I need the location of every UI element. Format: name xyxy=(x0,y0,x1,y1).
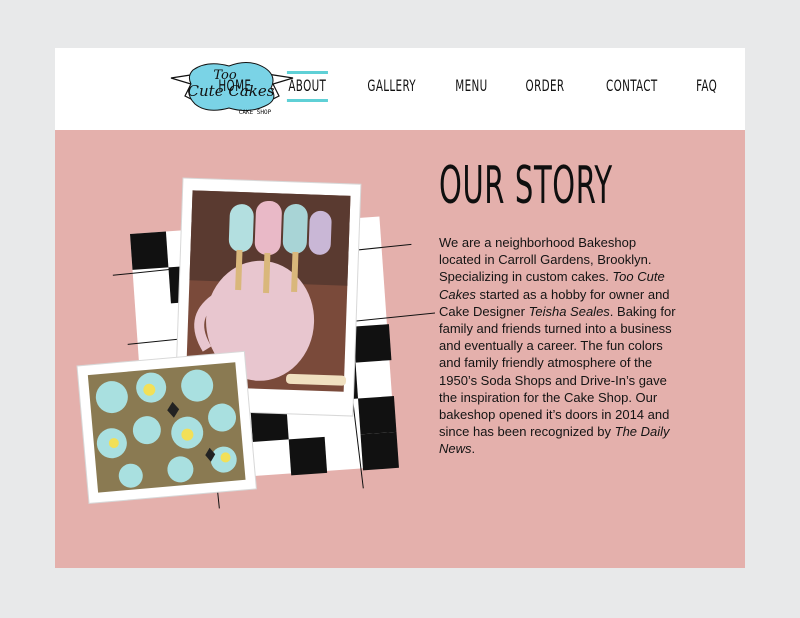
nav-about[interactable]: ABOUT xyxy=(287,71,329,102)
nav-menu[interactable]: MENU xyxy=(454,74,489,99)
nav-home[interactable]: HOME xyxy=(217,74,253,99)
svg-text:CAKE SHOP: CAKE SHOP xyxy=(239,109,272,116)
nav-faq[interactable]: FAQ xyxy=(694,74,718,99)
main-nav: HOME ABOUT GALLERY MENU ORDER CONTACT FA… xyxy=(210,71,723,104)
photo-cupcakes xyxy=(76,350,257,505)
site-header: Too Cute Cakes CAKE SHOP HOME ABOUT GALL… xyxy=(55,48,745,130)
photo-collage xyxy=(75,176,435,556)
story-text: We are a neighborhood Bakeshop located i… xyxy=(439,234,679,458)
page-title: OUR STORY xyxy=(439,156,613,216)
page-frame: Too Cute Cakes CAKE SHOP HOME ABOUT GALL… xyxy=(55,48,745,568)
story-segment: . xyxy=(471,441,476,457)
collage-graphic xyxy=(76,177,435,509)
nav-contact[interactable]: CONTACT xyxy=(605,74,659,99)
story-segment-italic: Teisha Seales xyxy=(528,303,610,319)
story-segment: . Baking for family and friends turned i… xyxy=(439,303,676,440)
nav-order[interactable]: ORDER xyxy=(524,74,566,99)
nav-gallery[interactable]: GALLERY xyxy=(366,74,417,99)
